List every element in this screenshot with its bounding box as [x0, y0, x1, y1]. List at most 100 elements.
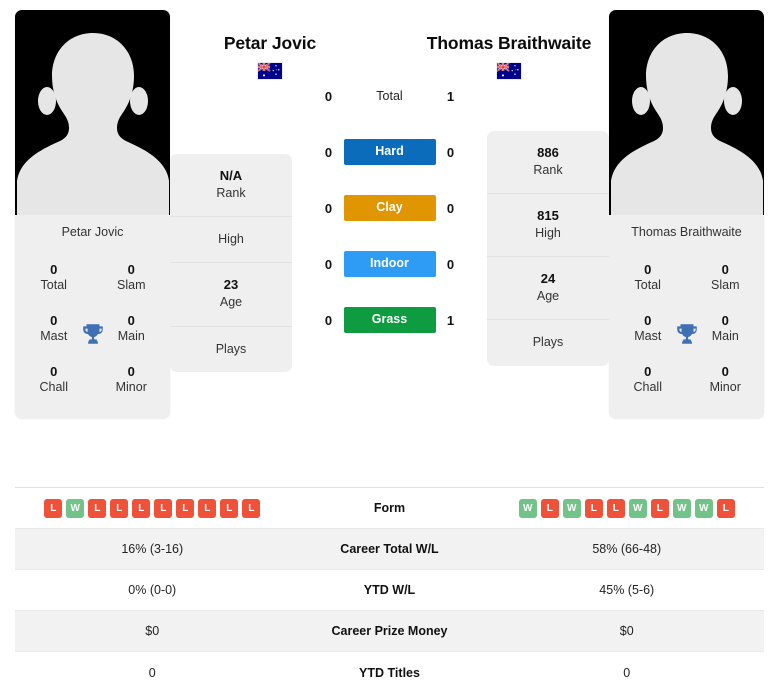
form-badge-w-5[interactable]: W: [628, 498, 647, 518]
right-career-prize-money: $0: [619, 624, 634, 638]
h2h-row-total: 0 Total 1: [305, 68, 475, 124]
grass-surface-badge[interactable]: Grass: [343, 307, 436, 333]
form-badge-l-0[interactable]: L: [44, 498, 63, 518]
left-info-high-label: High: [218, 232, 244, 247]
form-badge-l-9[interactable]: L: [716, 498, 735, 518]
form-badge-w-0[interactable]: W: [518, 498, 537, 518]
right-player-name[interactable]: Thomas Braithwaite: [409, 32, 609, 55]
title-minor-label: Minor: [115, 379, 147, 394]
title-slam-value: 0: [721, 261, 729, 277]
title-minor: 0 Minor: [93, 355, 171, 406]
h2h-clay-right-score: 0: [446, 200, 455, 216]
form-badge-l-5[interactable]: L: [154, 498, 173, 518]
h2h-total-left-score: 0: [324, 88, 333, 104]
form-badge-l-9[interactable]: L: [242, 498, 261, 518]
stat-row-ytd-titles: 0 YTD Titles 0: [15, 652, 764, 693]
left-info-age-value: 23: [223, 277, 239, 293]
right-info-rank: 886 Rank: [487, 131, 609, 195]
title-minor: 0 Minor: [687, 355, 765, 406]
left-info-plays-label: Plays: [215, 341, 247, 356]
form-badge-l-3[interactable]: L: [584, 498, 603, 518]
title-minor-value: 0: [127, 363, 135, 379]
stat-row-career-prize-money: $0 Career Prize Money $0: [15, 611, 764, 652]
form-badge-l-3[interactable]: L: [110, 498, 129, 518]
hard-surface-badge[interactable]: Hard: [343, 139, 436, 165]
form-badge-l-7[interactable]: L: [198, 498, 217, 518]
australia-flag-icon: [496, 62, 522, 81]
left-info-age: 23 Age: [170, 263, 292, 327]
title-slam: 0 Slam: [93, 253, 171, 304]
left-player-photo-caption: Petar Jovic: [61, 225, 124, 239]
h2h-indoor-right-score: 0: [446, 256, 455, 272]
trophy-icon: [82, 324, 103, 344]
title-slam: 0 Slam: [687, 253, 765, 304]
clay-surface-badge[interactable]: Clay: [343, 195, 436, 221]
title-slam-value: 0: [127, 261, 135, 277]
title-chall-label: Chall: [633, 379, 663, 394]
h2h-hard-cell: Hard: [343, 139, 436, 165]
left-info-high: High: [170, 217, 292, 264]
title-slam-label: Slam: [117, 278, 146, 292]
form-badge-l-4[interactable]: L: [132, 498, 151, 518]
form-badge-w-1[interactable]: W: [66, 498, 85, 518]
left-player-name[interactable]: Petar Jovic: [170, 32, 370, 55]
form-badge-w-8[interactable]: W: [694, 498, 713, 518]
h2h-row-indoor: 0 Indoor 0: [305, 236, 475, 292]
center-area: Petar Jovic Thomas Braithwaite N/A Rank …: [170, 10, 609, 470]
left-player-photo-card[interactable]: Petar Jovic 0 Total 0 Slam 0 Mast 0 Main…: [15, 10, 171, 420]
left-career-total-wl: 16% (3-16): [121, 542, 184, 556]
form-badge-l-1[interactable]: L: [540, 498, 559, 518]
australia-flag-icon: [257, 62, 283, 81]
right-ytd-wl: 45% (5-6): [599, 583, 655, 597]
form-badge-w-2[interactable]: W: [562, 498, 581, 518]
right-ytd-titles: 0: [623, 665, 631, 680]
stat-label-ytd-titles: YTD Titles: [359, 665, 420, 680]
h2h-hard-right-score: 0: [446, 144, 455, 160]
form-badge-l-6[interactable]: L: [176, 498, 195, 518]
title-chall-value: 0: [50, 363, 58, 379]
stat-label-career-prize-money: Career Prize Money: [331, 624, 448, 638]
avatar-silhouette-icon: [16, 33, 169, 215]
form-badge-l-4[interactable]: L: [606, 498, 625, 518]
h2h-grass-left-score: 0: [324, 312, 333, 328]
form-badge-l-6[interactable]: L: [650, 498, 669, 518]
h2h-total-label: Total: [376, 89, 403, 103]
h2h-clay-left-score: 0: [324, 200, 333, 216]
title-minor-value: 0: [721, 363, 729, 379]
stat-label-career-total-wl: Career Total W/L: [340, 542, 439, 556]
form-badge-l-8[interactable]: L: [220, 498, 239, 518]
left-info-plays: Plays: [170, 327, 292, 372]
left-info-rank-label: Rank: [216, 185, 246, 200]
right-career-total-wl: 58% (66-48): [592, 542, 662, 556]
right-info-high-value: 815: [537, 208, 559, 224]
right-player-photo: [609, 10, 764, 215]
right-info-age-label: Age: [536, 289, 560, 304]
right-form-badges: WLWLLWLWWL: [490, 494, 765, 523]
h2h-row-clay: 0 Clay 0: [305, 180, 475, 236]
left-info-age-label: Age: [219, 295, 243, 310]
right-player-info-card: 886 Rank 815 High 24 Age Plays: [487, 131, 609, 366]
right-player-photo-card[interactable]: Thomas Braithwaite 0 Total 0 Slam 0 Mast: [609, 10, 764, 420]
left-form-badges: LWLLLLLLLL: [15, 494, 290, 523]
h2h-indoor-left-score: 0: [324, 256, 333, 272]
title-total-label: Total: [40, 278, 67, 292]
form-badge-w-7[interactable]: W: [672, 498, 691, 518]
h2h-indoor-cell: Indoor: [343, 251, 436, 277]
h2h-grass-right-score: 1: [446, 312, 455, 328]
form-badge-l-2[interactable]: L: [88, 498, 107, 518]
stat-label-ytd-wl: YTD W/L: [363, 583, 416, 597]
right-info-rank-value: 886: [537, 145, 559, 160]
stat-label-form: Form: [373, 501, 406, 515]
stats-comparison-table: LWLLLLLLLL Form WLWLLWLWWL 16% (3-16) Ca…: [15, 487, 764, 693]
comparison-header: Petar Jovic 0 Total 0 Slam 0 Mast 0 Main…: [0, 0, 779, 470]
h2h-hard-left-score: 0: [324, 144, 333, 160]
title-main-value: 0: [721, 312, 729, 328]
right-player-titles-grid: 0 Total 0 Slam 0 Mast 0 Main 0 Chall 0 M…: [609, 249, 764, 420]
left-player-column: Petar Jovic 0 Total 0 Slam 0 Mast 0 Main…: [15, 10, 171, 420]
right-info-plays: Plays: [487, 320, 609, 365]
right-info-rank-label: Rank: [533, 162, 563, 177]
indoor-surface-badge[interactable]: Indoor: [343, 251, 436, 277]
right-info-high: 815 High: [487, 194, 609, 258]
right-info-age-value: 24: [540, 271, 556, 287]
title-main-label: Main: [117, 328, 145, 343]
